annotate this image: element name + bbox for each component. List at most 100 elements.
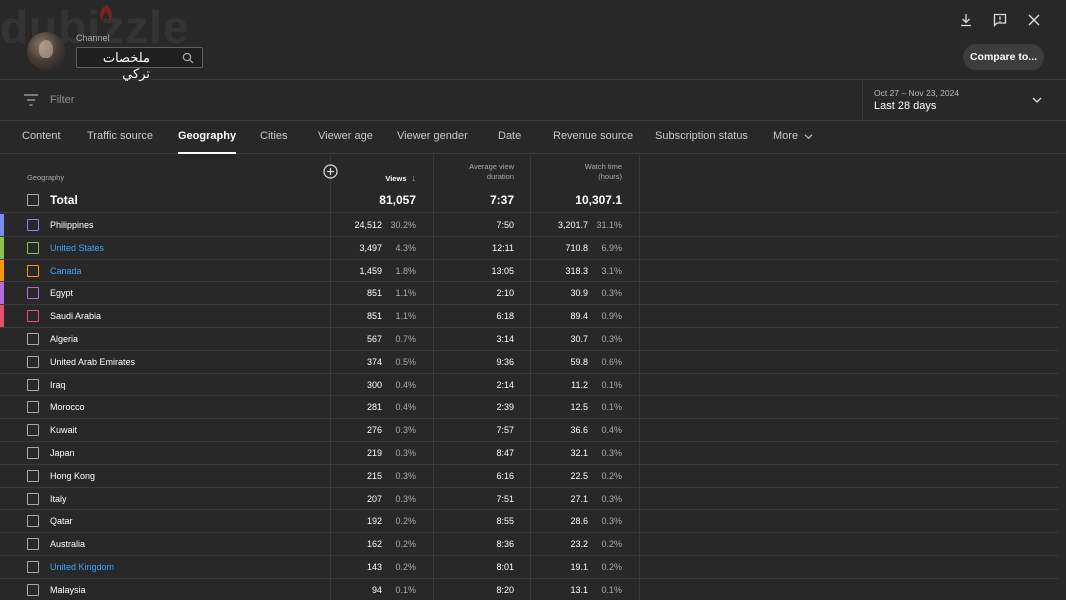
header-watch-time[interactable]: Watch time (hours) — [585, 162, 622, 182]
views-percent: 0.3% — [395, 425, 416, 436]
views-percent: 0.1% — [395, 584, 416, 595]
tab-traffic-source[interactable]: Traffic source — [87, 130, 153, 142]
table-row[interactable]: Japan 219 0.3% 8:47 32.1 0.3% — [0, 442, 1058, 465]
watch-time-value: 59.8 — [570, 356, 588, 367]
row-checkbox[interactable] — [27, 264, 39, 277]
tab-viewer-gender[interactable]: Viewer gender — [397, 130, 468, 142]
tab-content[interactable]: Content — [22, 130, 61, 142]
country-name[interactable]: United Kingdom — [50, 562, 114, 572]
avd-value: 6:16 — [496, 470, 514, 481]
table-row[interactable]: Philippines 24,512 30.2% 7:50 3,201.7 31.1% — [0, 214, 1058, 237]
watch-time-value: 19.1 — [570, 562, 588, 572]
table-row[interactable]: Hong Kong 215 0.3% 6:16 22.5 0.2% — [0, 465, 1058, 488]
row-checkbox[interactable] — [27, 561, 39, 573]
header-avd-line2: duration — [486, 172, 514, 181]
watch-time-percent: 0.2% — [601, 539, 622, 550]
views-value: 281 — [366, 402, 382, 413]
date-range-picker[interactable]: Oct 27 – Nov 23, 2024 Last 28 days — [862, 80, 1066, 121]
table-row[interactable]: Saudi Arabia 851 1.1% 6:18 89.4 0.9% — [0, 305, 1058, 328]
country-name: Australia — [50, 539, 86, 550]
country-name: Algeria — [50, 334, 79, 344]
row-checkbox[interactable] — [27, 219, 39, 231]
table-row[interactable]: Kuwait 276 0.3% 7:57 36.6 0.4% — [0, 419, 1058, 442]
table-row[interactable]: Qatar 192 0.2% 8:55 28.6 0.3% — [0, 510, 1058, 534]
avd-value: 8:36 — [496, 539, 514, 550]
row-checkbox[interactable] — [27, 492, 39, 505]
watch-time-value: 89.4 — [570, 311, 588, 322]
row-checkbox[interactable] — [27, 287, 39, 300]
channel-selector[interactable]: ملخصات تركي — [76, 47, 203, 81]
download-icon[interactable] — [956, 10, 976, 30]
table-row[interactable]: Iraq 300 0.4% 2:14 11.2 0.1% — [0, 374, 1058, 397]
table-row[interactable]: Australia 162 0.2% 8:36 23.2 0.2% — [0, 533, 1058, 556]
views-percent: 1.8% — [395, 265, 416, 276]
views-value: 162 — [366, 539, 382, 550]
table-row[interactable]: United Kingdom 143 0.2% 8:01 19.1 0.2% — [0, 556, 1058, 579]
total-label: Total — [50, 193, 78, 207]
watch-time-percent: 0.2% — [601, 470, 622, 481]
channel-avatar[interactable] — [27, 32, 65, 70]
table-row[interactable]: Canada 1,459 1.8% 13:05 318.3 3.1% — [0, 259, 1058, 283]
header-wt-line2: (hours) — [598, 172, 622, 181]
views-value: 567 — [366, 334, 382, 344]
sort-down-icon: ↓ — [411, 173, 417, 183]
series-color-bar — [0, 282, 4, 305]
row-checkbox[interactable] — [27, 469, 39, 482]
table-row[interactable]: United Arab Emirates 374 0.5% 9:36 59.8 0.6% — [0, 351, 1058, 374]
tab-date[interactable]: Date — [498, 130, 521, 142]
tab-cities[interactable]: Cities — [260, 130, 288, 142]
watch-time-value: 23.2 — [570, 539, 588, 550]
tab-revenue-source[interactable]: Revenue source — [553, 130, 633, 142]
tab-more-label: More — [773, 130, 799, 142]
table-row[interactable]: Malaysia 94 0.1% 8:20 13.1 0.1% — [0, 579, 1058, 600]
row-checkbox[interactable] — [27, 583, 39, 596]
feedback-icon[interactable] — [990, 10, 1010, 30]
row-checkbox[interactable] — [27, 378, 39, 391]
row-checkbox[interactable] — [27, 424, 39, 437]
tab-subscription-status[interactable]: Subscription status — [655, 130, 748, 142]
row-checkbox[interactable] — [27, 355, 39, 368]
country-name[interactable]: United States — [50, 243, 104, 253]
tab-geography[interactable]: Geography — [178, 130, 237, 154]
table-row[interactable]: Italy 207 0.3% 7:51 27.1 0.3% — [0, 488, 1058, 511]
row-checkbox[interactable] — [27, 310, 39, 323]
filter-icon[interactable] — [24, 94, 38, 106]
row-checkbox[interactable] — [27, 447, 39, 459]
tab-more[interactable]: More — [773, 130, 813, 142]
table-row[interactable]: Egypt 851 1.1% 2:10 30.9 0.3% — [0, 282, 1058, 306]
compare-to-button[interactable]: Compare to... — [963, 44, 1044, 70]
tab-viewer-age[interactable]: Viewer age — [318, 130, 373, 142]
total-checkbox[interactable] — [27, 194, 39, 206]
table-row[interactable]: United States 3,497 4.3% 12:11 710.8 6.9% — [0, 236, 1058, 260]
views-percent: 0.3% — [395, 448, 416, 458]
filter-input[interactable]: Filter — [50, 94, 74, 106]
row-checkbox[interactable] — [27, 241, 39, 254]
country-name[interactable]: Canada — [50, 266, 82, 276]
watch-time-percent: 0.1% — [601, 584, 622, 595]
views-percent: 0.2% — [395, 539, 416, 550]
watch-time-value: 30.9 — [570, 288, 588, 299]
chevron-down-icon[interactable] — [1031, 94, 1043, 106]
header-views[interactable]: Views ↓ — [385, 173, 416, 184]
header-average-view-duration[interactable]: Average view duration — [469, 162, 514, 182]
search-icon[interactable] — [182, 52, 194, 64]
watch-time-value: 32.1 — [570, 448, 588, 458]
row-checkbox[interactable] — [27, 401, 39, 414]
row-checkbox[interactable] — [27, 538, 39, 551]
avd-value: 7:51 — [496, 493, 514, 504]
watch-time-percent: 0.2% — [601, 562, 622, 572]
country-name: Kuwait — [50, 425, 78, 436]
views-percent: 30.2% — [390, 220, 416, 230]
watch-time-percent: 0.1% — [601, 402, 622, 413]
row-checkbox[interactable] — [27, 333, 39, 345]
country-name: Hong Kong — [50, 470, 96, 481]
add-column-icon[interactable] — [323, 164, 338, 179]
table-row[interactable]: Morocco 281 0.4% 2:39 12.5 0.1% — [0, 396, 1058, 420]
views-value: 300 — [366, 379, 382, 390]
country-name: Saudi Arabia — [50, 311, 102, 322]
views-percent: 0.4% — [395, 379, 416, 390]
close-icon[interactable] — [1024, 10, 1044, 30]
row-checkbox[interactable] — [27, 515, 39, 528]
watch-time-percent: 0.9% — [601, 311, 622, 322]
table-row[interactable]: Algeria 567 0.7% 3:14 30.7 0.3% — [0, 328, 1058, 351]
